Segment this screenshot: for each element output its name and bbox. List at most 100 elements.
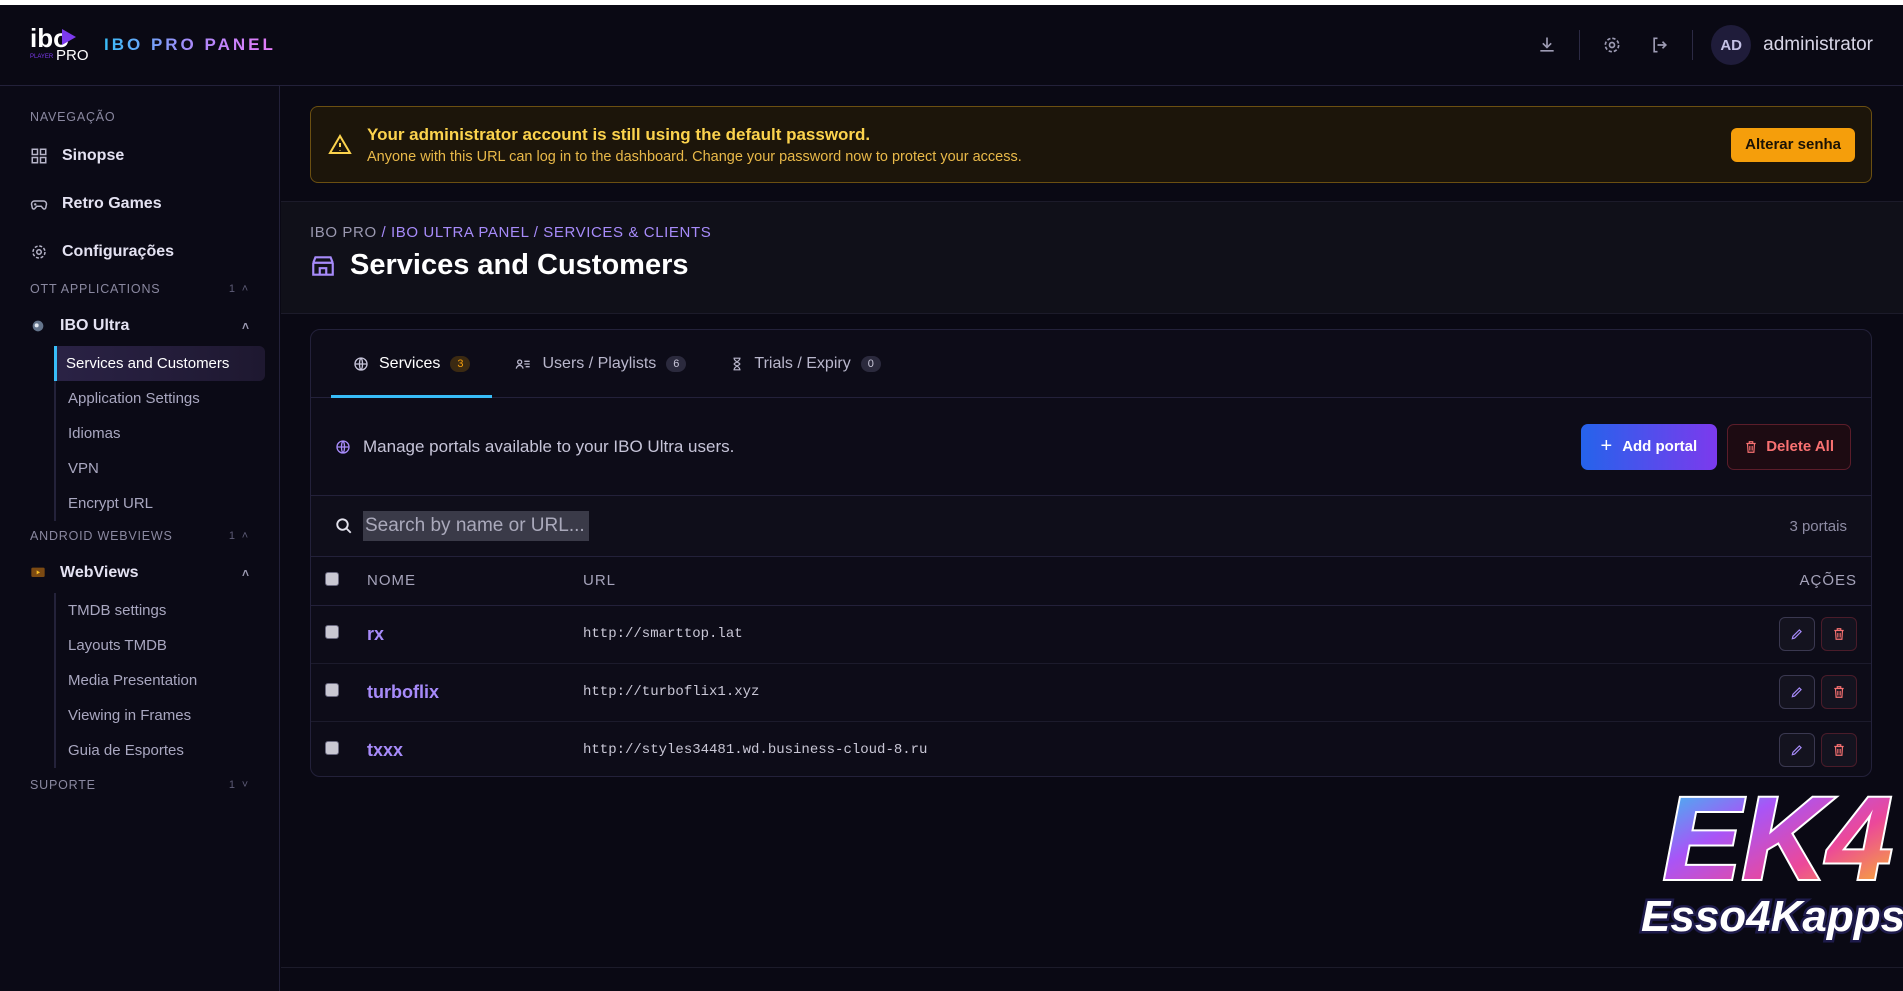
footer xyxy=(281,967,1903,991)
row-checkbox[interactable] xyxy=(325,625,339,639)
select-all-checkbox[interactable] xyxy=(325,571,339,586)
support-section-label[interactable]: SUPORTE 1 ˅ xyxy=(14,774,265,796)
sidebar-item-viewing-in-frames[interactable]: Viewing in Frames xyxy=(56,698,265,733)
portals-table: NOME URL AÇÕES rx http://smarttop.lat tu… xyxy=(311,557,1871,776)
sidebar-item-encrypt-url[interactable]: Encrypt URL xyxy=(56,486,265,521)
plus-icon: + xyxy=(1600,435,1613,457)
portal-url: http://styles34481.wd.business-cloud-8.r… xyxy=(583,721,1671,776)
nav-section-label: NAVEGAÇÃO xyxy=(30,110,116,124)
column-header-name[interactable]: NOME xyxy=(367,557,583,606)
logout-icon[interactable] xyxy=(1636,21,1684,69)
portal-name[interactable]: txxx xyxy=(367,721,583,776)
ibo-ultra-icon xyxy=(32,320,44,332)
warning-icon xyxy=(328,133,352,154)
tab-count-badge: 6 xyxy=(666,355,687,372)
delete-button[interactable] xyxy=(1821,675,1857,709)
sidebar-item-sinopse[interactable]: Sinopse xyxy=(14,132,265,180)
portal-url: http://turboflix1.xyz xyxy=(583,663,1671,722)
download-icon[interactable] xyxy=(1523,21,1571,69)
trash-icon xyxy=(1834,744,1844,756)
tab-bar: Services 3 Users / Playlists 6 Trials / … xyxy=(311,330,1871,398)
sidebar-group-webviews[interactable]: WebViews ˄ xyxy=(14,553,265,593)
gear-icon xyxy=(32,245,46,259)
gamepad-icon xyxy=(30,200,48,210)
page-title: Services and Customers xyxy=(350,249,689,281)
sidebar-item-media-presentation[interactable]: Media Presentation xyxy=(56,663,265,698)
default-password-alert: Your administrator account is still usin… xyxy=(310,106,1872,183)
search-icon xyxy=(336,518,352,534)
services-toolbar: Manage portals available to your IBO Ult… xyxy=(311,398,1871,496)
header-divider xyxy=(1579,30,1581,60)
tab-users-playlists[interactable]: Users / Playlists 6 xyxy=(492,330,708,397)
alert-title: Your administrator account is still usin… xyxy=(367,124,871,144)
sidebar-item-configuracoes[interactable]: Configurações xyxy=(14,228,265,276)
pencil-icon xyxy=(1791,745,1802,756)
gear-icon[interactable] xyxy=(1588,21,1636,69)
logo[interactable]: ibo PLAYER PRO IBO PRO PANEL xyxy=(30,23,276,65)
search-input[interactable] xyxy=(363,511,589,541)
avatar[interactable]: AD xyxy=(1711,25,1752,65)
portal-count: 3 portais xyxy=(1789,517,1847,535)
tab-count-badge: 3 xyxy=(450,355,471,372)
change-password-button[interactable]: Alterar senha xyxy=(1731,127,1855,162)
toolbar-description: Manage portals available to your IBO Ult… xyxy=(363,436,735,456)
grid-icon xyxy=(31,148,47,164)
tab-trials-expiry[interactable]: Trials / Expiry 0 xyxy=(708,330,902,397)
page-header: IBO PRO / IBO ULTRA PANEL / SERVICES & C… xyxy=(281,201,1903,314)
portal-name[interactable]: turboflix xyxy=(367,663,583,722)
add-portal-button[interactable]: + Add portal xyxy=(1580,423,1718,470)
row-checkbox[interactable] xyxy=(325,741,339,755)
brand-name: IBO PRO PANEL xyxy=(104,35,276,54)
hourglass-icon xyxy=(733,357,741,370)
sidebar-item-services-customers[interactable]: Services and Customers xyxy=(54,346,265,381)
edit-button[interactable] xyxy=(1779,675,1815,709)
table-row: turboflix http://turboflix1.xyz xyxy=(311,663,1871,722)
column-header-actions: AÇÕES xyxy=(1671,557,1871,606)
delete-button[interactable] xyxy=(1821,617,1857,651)
portal-url: http://smarttop.lat xyxy=(583,605,1671,664)
sidebar-item-idiomas[interactable]: Idiomas xyxy=(56,416,265,451)
header-divider xyxy=(1692,30,1694,60)
svg-text:EK4: EK4 xyxy=(1663,773,1893,905)
sidebar: NAVEGAÇÃO Sinopse Retro Games Configuraç… xyxy=(0,86,280,991)
ott-section-label[interactable]: OTT APPLICATIONS 1 ˄ xyxy=(14,278,265,300)
chevron-up-icon: ˄ xyxy=(241,283,249,295)
logo-mark: ibo PLAYER PRO xyxy=(30,23,89,64)
sidebar-item-guia-de-esportes[interactable]: Guia de Esportes xyxy=(56,733,265,768)
chevron-up-icon: ˄ xyxy=(241,566,249,580)
delete-all-button[interactable]: Delete All xyxy=(1727,423,1851,470)
webviews-submenu: TMDB settings Layouts TMDB Media Present… xyxy=(54,593,265,768)
trash-icon xyxy=(1834,686,1844,698)
tab-services[interactable]: Services 3 xyxy=(331,330,493,398)
android-section-label[interactable]: ANDROID WEBVIEWS 1 ˄ xyxy=(14,525,265,547)
sidebar-item-tmdb-settings[interactable]: TMDB settings xyxy=(56,593,265,628)
username[interactable]: administrator xyxy=(1763,34,1873,56)
user-list-icon xyxy=(516,358,531,369)
tv-icon xyxy=(31,567,45,577)
pencil-icon xyxy=(1791,629,1802,640)
ibo-ultra-submenu: Services and Customers Application Setti… xyxy=(54,346,265,521)
edit-button[interactable] xyxy=(1779,617,1815,651)
search-bar: 3 portais xyxy=(311,496,1871,557)
services-card: Services 3 Users / Playlists 6 Trials / … xyxy=(310,329,1872,777)
row-checkbox[interactable] xyxy=(325,683,339,697)
sidebar-group-ibo-ultra[interactable]: IBO Ultra ˄ xyxy=(14,306,265,346)
trash-icon xyxy=(1834,628,1844,640)
globe-icon xyxy=(336,439,350,454)
top-header: ibo PLAYER PRO IBO PRO PANEL AD administ… xyxy=(0,5,1903,86)
watermark-logo: EK4 Esso4Kapps xyxy=(1633,761,1903,961)
sidebar-item-application-settings[interactable]: Application Settings xyxy=(56,381,265,416)
pencil-icon xyxy=(1791,687,1802,698)
trash-icon xyxy=(1746,440,1756,453)
tab-count-badge: 0 xyxy=(860,355,881,372)
alert-text: Anyone with this URL can log in to the d… xyxy=(367,148,1022,165)
sidebar-item-layouts-tmdb[interactable]: Layouts TMDB xyxy=(56,628,265,663)
chevron-up-icon: ˄ xyxy=(241,319,249,333)
portal-name[interactable]: rx xyxy=(367,605,583,664)
sidebar-item-retro-games[interactable]: Retro Games xyxy=(14,180,265,228)
sidebar-item-vpn[interactable]: VPN xyxy=(56,451,265,486)
store-icon xyxy=(312,255,334,276)
column-header-url[interactable]: URL xyxy=(583,557,1671,606)
chevron-up-icon: ˄ xyxy=(241,530,249,542)
globe-icon xyxy=(354,356,368,371)
